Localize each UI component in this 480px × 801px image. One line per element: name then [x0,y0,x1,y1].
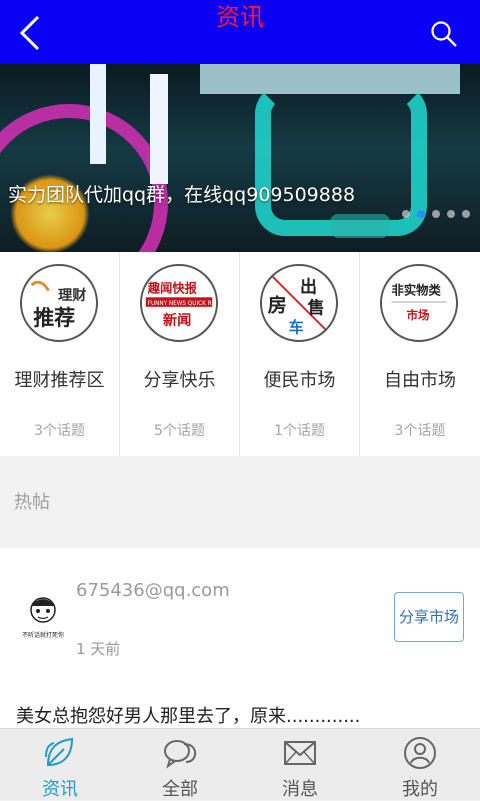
tab-label: 消息 [282,779,318,800]
tab-news[interactable]: 资讯 [0,729,120,801]
category-count: 1个话题 [274,423,325,439]
page-title: 资讯 [216,3,264,31]
post-time: 1 天前 [76,640,121,658]
banner-art [330,214,390,238]
banner-pagination [402,210,470,218]
finance-logo-icon: 理财 推荐 [20,264,98,342]
search-icon[interactable] [430,20,458,48]
funny-news-logo-icon: 趣闻快报 FUNNY NEWS QUICK R 新闻 [140,264,218,342]
banner-art [150,74,168,184]
leaf-icon [42,735,78,771]
banner-dot[interactable] [432,210,440,218]
category-count: 3个话题 [34,423,85,439]
category-grid: 理财 推荐 理财推荐区 3个话题 趣闻快报 FUNNY NEWS QUICK R… [0,252,480,456]
logo-text: 非实物类 [391,282,441,297]
free-market-logo-icon: 非实物类 市场 [380,264,458,342]
banner-dot-active[interactable] [417,210,425,218]
bottom-tab-bar: 资讯 全部 消息 我的 [0,728,480,800]
category-finance[interactable]: 理财 推荐 理财推荐区 3个话题 [0,252,120,456]
logo-text: FUNNY NEWS QUICK R [148,301,212,307]
post-author[interactable]: 675436@qq.com [76,580,230,601]
category-name: 分享快乐 [143,370,216,391]
tab-label: 我的 [402,779,438,800]
promo-banner[interactable]: 实力团队代加qq群，在线qq909509888 [0,64,480,252]
category-name: 自由市场 [384,370,456,391]
avatar-caption: 不听话就打死你 [22,631,64,639]
logo-text: 售 [308,297,325,318]
category-name: 理财推荐区 [14,370,105,391]
category-name: 便民市场 [263,370,336,391]
logo-text: 出 [300,277,317,298]
category-count: 5个话题 [154,423,205,439]
category-count: 3个话题 [394,423,446,439]
logo-text: 市场 [407,308,430,322]
category-free-market[interactable]: 非实物类 市场 自由市场 3个话题 [360,252,480,456]
logo-text: 理财 [58,286,86,304]
logo-text: 推荐 [33,306,75,330]
envelope-icon [282,735,318,771]
banner-art [90,64,106,164]
top-bar: 资讯 [0,0,480,64]
user-icon [402,735,438,771]
banner-caption: 实力团队代加qq群，在线qq909509888 [8,184,356,206]
post-card[interactable]: 不听话就打死你 675436@qq.com 1 天前 分享市场 美女总抱怨好男人… [0,548,480,730]
category-sharing[interactable]: 趣闻快报 FUNNY NEWS QUICK R 新闻 分享快乐 5个话题 [120,252,240,456]
tab-messages[interactable]: 消息 [240,729,360,801]
post-category-tag-button[interactable]: 分享市场 [394,592,464,642]
banner-dot[interactable] [447,210,455,218]
tab-profile[interactable]: 我的 [360,729,480,801]
banner-dot[interactable] [402,210,410,218]
house-car-sale-logo-icon: 房 出 售 车 [260,264,338,342]
logo-text: 车 [289,318,304,336]
avatar[interactable]: 不听话就打死你 [18,592,68,642]
banner-dot[interactable] [462,210,470,218]
tab-label: 资讯 [42,779,78,800]
tab-label: 全部 [162,779,198,800]
logo-text: 房 [268,294,287,317]
chat-bubbles-icon [162,735,198,771]
logo-text: 新闻 [163,311,191,329]
section-title-hot: 热帖 [14,492,50,513]
post-title[interactable]: 美女总抱怨好男人那里去了，原来............. [16,702,360,728]
tab-all[interactable]: 全部 [120,729,240,801]
logo-text: 趣闻快报 [147,281,198,296]
category-convenience[interactable]: 房 出 售 车 便民市场 1个话题 [240,252,360,456]
